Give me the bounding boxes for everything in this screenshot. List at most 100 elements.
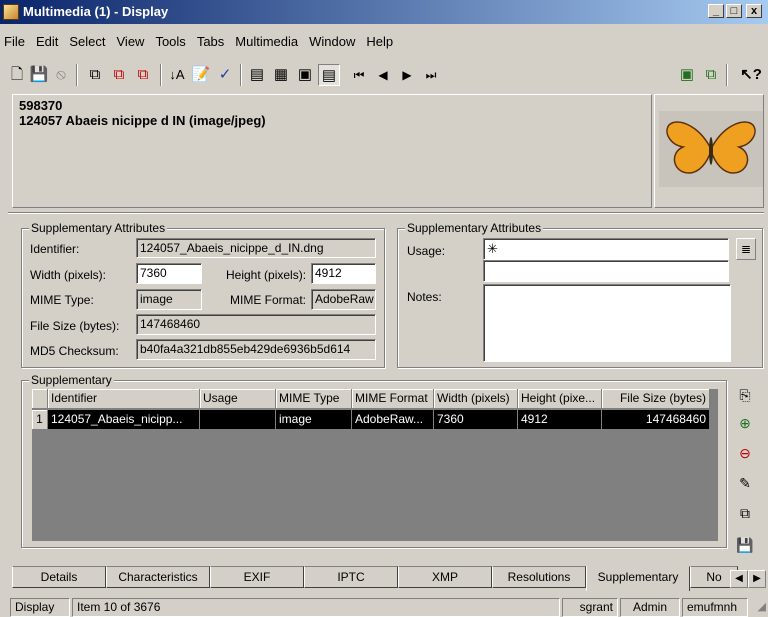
cell-mime-type[interactable]: image	[276, 410, 352, 429]
column-header-identifier[interactable]: Identifier	[48, 389, 200, 409]
cell-usage[interactable]	[200, 410, 276, 429]
thumbnail-panel	[654, 94, 764, 208]
column-header-width[interactable]: Width (pixels)	[434, 389, 518, 409]
file-size-label: File Size (bytes):	[30, 319, 120, 333]
menu-view[interactable]: View	[115, 34, 147, 49]
column-header-file-size[interactable]: File Size (bytes)	[602, 389, 710, 409]
menu-edit[interactable]: Edit	[34, 34, 60, 49]
menu-select[interactable]: Select	[67, 34, 107, 49]
status-host: emufmnh	[682, 598, 748, 617]
display-view-icon[interactable]: ▤	[318, 64, 340, 86]
menu-multimedia[interactable]: Multimedia	[233, 34, 300, 49]
resize-grip-icon[interactable]: ◢	[750, 600, 766, 616]
search-record-icon[interactable]: ⧉	[84, 64, 106, 86]
column-header-height[interactable]: Height (pixe...	[518, 389, 602, 409]
height-field[interactable]: 4912	[311, 263, 376, 284]
copy-icon[interactable]: ⎘	[734, 384, 756, 406]
last-record-icon[interactable]: ⏭	[420, 64, 442, 86]
usage-lookup-icon[interactable]: ≣	[736, 238, 756, 260]
record-summary-panel: 598370 124057 Abaeis nicippe d IN (image…	[12, 94, 652, 208]
cell-mime-format[interactable]: AdobeRaw...	[352, 410, 434, 429]
first-record-icon[interactable]: ⏮	[348, 64, 370, 86]
status-user: sgrant	[562, 598, 618, 617]
remove-row-icon[interactable]: ⊖	[734, 442, 756, 464]
edit-row-icon[interactable]: ✎	[734, 472, 756, 494]
page-view-icon[interactable]: ▣	[294, 64, 316, 86]
maximize-button[interactable]: □	[726, 4, 742, 18]
tab-details[interactable]: Details	[12, 566, 106, 588]
delete-record-icon[interactable]: ⧉	[108, 64, 130, 86]
column-header-mime-format[interactable]: MIME Format	[352, 389, 434, 409]
next-record-icon[interactable]: ▶	[396, 64, 418, 86]
menu-tools[interactable]: Tools	[153, 34, 187, 49]
mime-format-label: MIME Format:	[230, 293, 307, 307]
tab-scroll-left-icon[interactable]: ◀	[730, 570, 748, 588]
window-title: Multimedia (1) - Display	[23, 4, 169, 19]
mime-type-field[interactable]: image	[136, 289, 202, 310]
cancel-icon[interactable]: ⦸	[50, 64, 72, 86]
height-label: Height (pixels):	[226, 268, 307, 282]
tab-characteristics[interactable]: Characteristics	[106, 566, 210, 588]
notes-label: Notes:	[407, 290, 442, 304]
record-irn: 598370	[19, 98, 63, 113]
identifier-label: Identifier:	[30, 242, 80, 256]
column-header-mime-type[interactable]: MIME Type	[276, 389, 352, 409]
mime-format-field[interactable]: AdobeRaw	[311, 289, 376, 310]
md5-field[interactable]: b40fa4a321db855eb429de6936b5d614	[136, 339, 376, 360]
tab-iptc[interactable]: IPTC	[304, 566, 398, 588]
save-icon[interactable]: 💾	[28, 64, 50, 86]
md5-label: MD5 Checksum:	[30, 344, 119, 358]
previous-record-icon[interactable]: ◀	[372, 64, 394, 86]
tab-exif[interactable]: EXIF	[210, 566, 304, 588]
list-view-icon[interactable]: ▦	[270, 64, 292, 86]
butterfly-thumbnail[interactable]	[659, 111, 763, 187]
file-size-field[interactable]: 147468460	[136, 314, 376, 335]
usage-field-2[interactable]	[483, 260, 729, 282]
cell-identifier[interactable]: 124057_Abaeis_nicipp...	[48, 410, 200, 429]
menu-help[interactable]: Help	[364, 34, 395, 49]
tab-supplementary[interactable]: Supplementary	[586, 566, 690, 591]
tab-resolutions[interactable]: Resolutions	[492, 566, 586, 588]
restore-record-icon[interactable]: ⧉	[132, 64, 154, 86]
save-row-icon[interactable]: 💾	[734, 534, 756, 556]
menu-window[interactable]: Window	[307, 34, 357, 49]
toolbar-separator	[160, 64, 162, 86]
notes-field[interactable]	[483, 284, 731, 362]
record-summary: 124057 Abaeis nicippe d IN (image/jpeg)	[19, 113, 266, 128]
cell-height[interactable]: 4912	[518, 410, 602, 429]
tab-xmp[interactable]: XMP	[398, 566, 492, 588]
spell-check-icon[interactable]: ✓	[214, 64, 236, 86]
usage-label: Usage:	[407, 244, 446, 258]
grid-corner	[32, 389, 48, 409]
close-button[interactable]: x	[746, 4, 762, 18]
minimize-button[interactable]: _	[708, 4, 724, 18]
toolbar-separator	[76, 64, 78, 86]
details-view-icon[interactable]: ▤	[246, 64, 268, 86]
edit-notes-icon[interactable]: 📝	[190, 64, 212, 86]
add-row-icon[interactable]: ⊕	[734, 412, 756, 434]
sort-icon[interactable]: ↓A	[166, 64, 188, 86]
new-document-icon[interactable]: 🗋	[6, 64, 28, 86]
supplementary-grid[interactable]: Identifier Usage MIME Type MIME Format W…	[32, 389, 718, 541]
menu-bar: File Edit Select View Tools Tabs Multimedia Win…	[0, 34, 768, 54]
width-label: Width (pixels):	[30, 268, 107, 282]
cell-file-size[interactable]: 147468460	[602, 410, 710, 429]
detach-icon[interactable]: ⧉	[700, 64, 722, 86]
column-header-usage[interactable]: Usage	[200, 389, 276, 409]
toolbar-separator	[240, 64, 242, 86]
toolbar-separator	[726, 64, 728, 86]
mime-type-label: MIME Type:	[30, 293, 94, 307]
app-icon	[3, 4, 19, 20]
tab-scroll-right-icon[interactable]: ▶	[748, 570, 766, 588]
group-label: Supplementary Attributes	[405, 221, 544, 235]
row-number[interactable]: 1	[32, 410, 48, 429]
width-field[interactable]: 7360	[136, 263, 202, 284]
attach-icon[interactable]: ▣	[676, 64, 698, 86]
menu-tabs[interactable]: Tabs	[195, 34, 226, 49]
attach-file-icon[interactable]: ⧉	[734, 502, 756, 524]
identifier-field[interactable]: 124057_Abaeis_nicippe_d_IN.dng	[136, 238, 376, 258]
cell-width[interactable]: 7360	[434, 410, 518, 429]
help-cursor-icon[interactable]: ↖?	[740, 64, 762, 86]
menu-file[interactable]: File	[2, 34, 27, 49]
usage-field[interactable]: ✳	[483, 238, 729, 260]
